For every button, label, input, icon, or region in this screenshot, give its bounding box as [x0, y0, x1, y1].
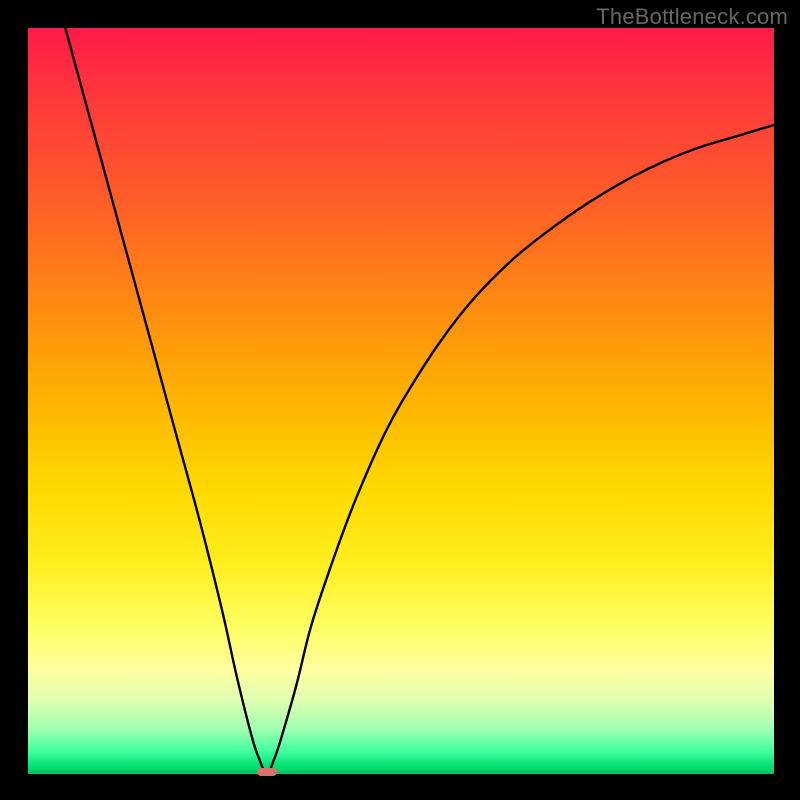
minimum-marker: [257, 768, 277, 776]
plot-area: [28, 28, 774, 774]
watermark-text: TheBottleneck.com: [596, 4, 788, 30]
bottleneck-curve: [65, 28, 774, 774]
chart-frame: TheBottleneck.com: [0, 0, 800, 800]
curve-svg: [28, 28, 774, 774]
